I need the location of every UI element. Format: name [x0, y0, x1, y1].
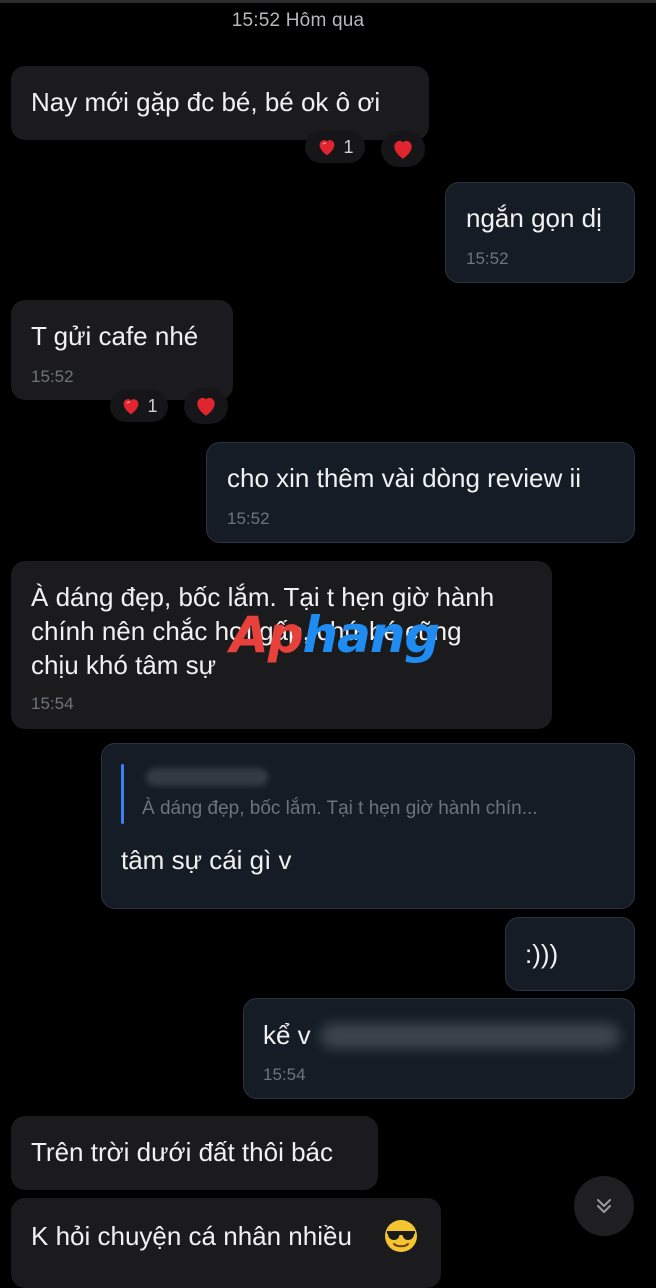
- incoming-message-bubble[interactable]: K hỏi chuyện cá nhân nhiều: [11, 1198, 441, 1288]
- blurred-text: [320, 1023, 620, 1049]
- message-text: K hỏi chuyện cá nhân nhiều: [31, 1221, 352, 1251]
- message-time: 15:54: [31, 694, 74, 713]
- heart-icon: [394, 140, 412, 159]
- add-reaction-button[interactable]: [381, 131, 425, 167]
- message-time: 15:52: [31, 367, 74, 386]
- reaction-count: 1: [343, 136, 354, 157]
- quoted-sender-name-blurred: [146, 768, 268, 786]
- message-text: :))): [525, 939, 559, 969]
- watermark-logo: Aphang: [230, 606, 440, 664]
- sunglasses-emoji-icon: [385, 1220, 417, 1252]
- top-divider: [0, 0, 656, 3]
- outgoing-message-bubble[interactable]: :))): [505, 917, 635, 991]
- outgoing-message-bubble[interactable]: ngắn gọn dị 15:52: [445, 182, 635, 283]
- message-text: tâm sự cái gì v: [121, 845, 292, 875]
- message-text: Trên trời dưới đất thôi bác: [31, 1137, 333, 1167]
- reaction-summary[interactable]: 1: [305, 131, 365, 163]
- add-reaction-button[interactable]: [184, 388, 228, 424]
- message-time: 15:54: [263, 1065, 306, 1084]
- outgoing-message-bubble[interactable]: kể v 15:54: [243, 998, 635, 1099]
- date-stamp: 15:52 Hôm qua: [231, 10, 365, 31]
- reaction-summary[interactable]: 1: [110, 390, 168, 422]
- chevron-double-down-icon: [597, 1199, 611, 1213]
- message-time: 15:52: [227, 509, 270, 528]
- message-text: cho xin thêm vài dòng review ii: [227, 463, 582, 493]
- quoted-message-text[interactable]: À dáng đẹp, bốc lắm. Tại t hẹn giờ hành …: [142, 798, 538, 820]
- heart-icon: [197, 397, 215, 416]
- message-text: kể v: [263, 1020, 311, 1050]
- message-text-line: chịu khó tâm sự: [31, 650, 217, 680]
- message-text: T gửi cafe nhé: [31, 321, 199, 351]
- reaction-count: 1: [147, 395, 158, 416]
- message-text: Nay mới gặp đc bé, bé ok ô ơi: [31, 87, 381, 117]
- message-time: 15:52: [466, 249, 509, 268]
- outgoing-reply-bubble[interactable]: À dáng đẹp, bốc lắm. Tại t hẹn giờ hành …: [101, 743, 635, 909]
- heart-icon: [320, 140, 335, 156]
- outgoing-message-bubble[interactable]: cho xin thêm vài dòng review ii 15:52: [206, 442, 635, 543]
- quote-bar: [121, 764, 124, 824]
- heart-icon: [124, 399, 139, 415]
- incoming-message-bubble[interactable]: T gửi cafe nhé 15:52: [11, 300, 233, 400]
- scroll-to-bottom-button[interactable]: [574, 1176, 634, 1236]
- message-text: ngắn gọn dị: [466, 203, 602, 233]
- incoming-message-bubble[interactable]: Trên trời dưới đất thôi bác: [11, 1116, 378, 1190]
- incoming-message-bubble[interactable]: Nay mới gặp đc bé, bé ok ô ơi: [11, 66, 429, 140]
